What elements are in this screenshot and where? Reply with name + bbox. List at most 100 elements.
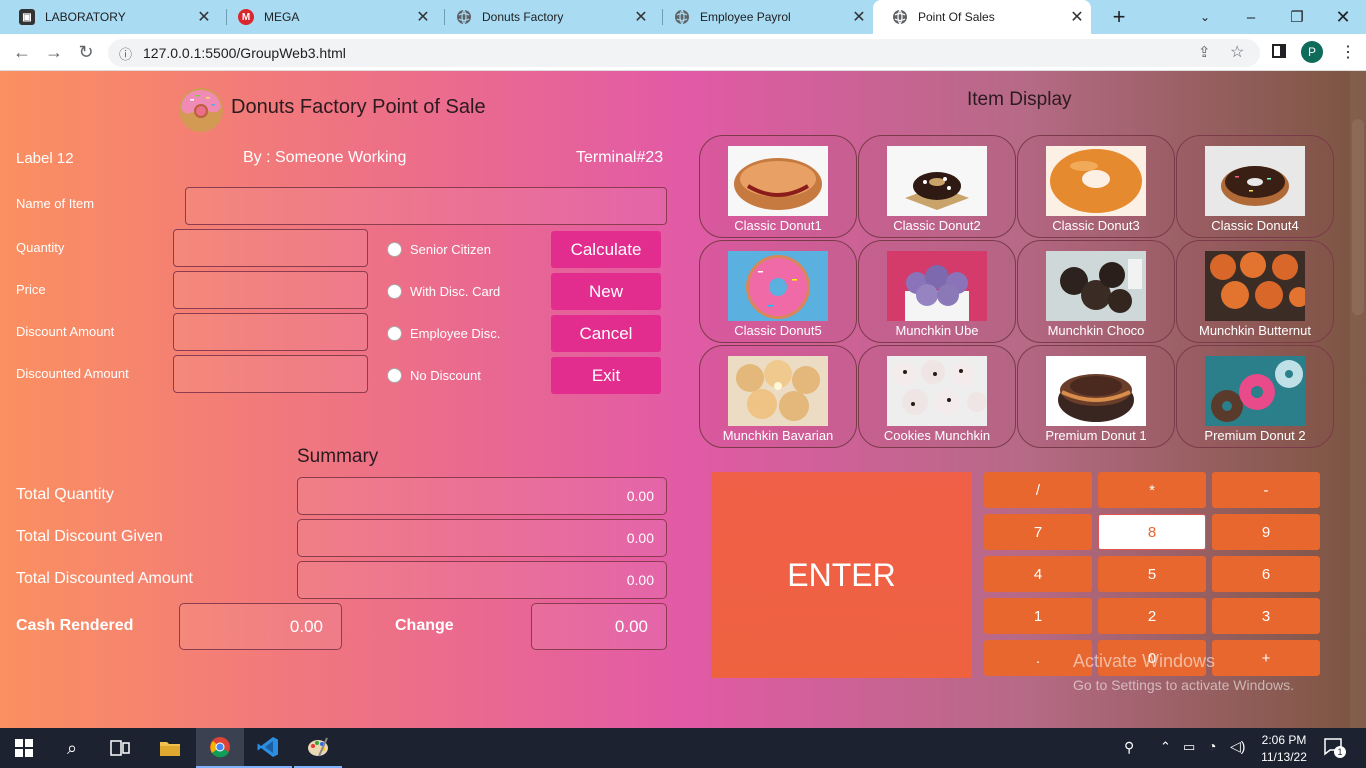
paint-icon[interactable] [294,728,342,768]
senior-citizen-radio[interactable] [387,242,402,257]
side-panel-icon[interactable] [1272,44,1286,58]
task-view-icon[interactable] [96,728,144,768]
discount-amount-input[interactable] [173,313,368,351]
key-plus[interactable]: + [1212,640,1320,676]
cancel-button[interactable]: Cancel [551,315,661,352]
chrome-icon[interactable] [196,728,244,768]
tab-point-of-sales[interactable]: Point Of Sales ✕ [873,0,1091,34]
disc-card-radio[interactable] [387,284,402,299]
volume-icon[interactable]: ◁) [1230,738,1245,755]
no-discount-label: No Discount [410,368,481,383]
close-window-button[interactable]: ✕ [1320,0,1366,34]
change-field[interactable]: 0.00 [531,603,667,650]
total-discount-field[interactable]: 0.00 [297,519,667,557]
minimize-button[interactable]: – [1228,0,1274,34]
total-discount-label: Total Discount Given [16,528,163,545]
people-icon[interactable]: ⚲ [1124,739,1134,756]
forward-arrow-icon[interactable]: → [38,34,70,70]
item-munchkin-bavarian[interactable]: Munchkin Bavarian [699,345,857,448]
profile-avatar[interactable]: P [1301,41,1323,63]
page-scrollbar[interactable] [1350,71,1366,728]
enter-button[interactable]: ENTER [711,472,972,678]
total-quantity-field[interactable]: 0.00 [297,477,667,515]
key-divide[interactable]: / [984,472,1092,508]
key-2[interactable]: 2 [1098,598,1206,634]
close-icon[interactable]: ✕ [194,7,214,27]
name-of-item-input[interactable] [185,187,667,225]
key-6[interactable]: 6 [1212,556,1320,592]
laboratory-favicon: ▣ [19,9,35,25]
close-icon[interactable]: ✕ [1067,7,1087,27]
close-icon[interactable]: ✕ [413,7,433,27]
tab-title: Employee Payrol [700,10,791,24]
key-5[interactable]: 5 [1098,556,1206,592]
share-icon[interactable]: ⇪ [1198,43,1211,61]
cash-rendered-input[interactable]: 0.00 [179,603,342,650]
key-8[interactable]: 8 [1098,514,1206,550]
tab-mega[interactable]: M MEGA ✕ [219,0,437,34]
key-4[interactable]: 4 [984,556,1092,592]
discounted-amount-input[interactable] [173,355,368,393]
item-munchkin-butternut[interactable]: Munchkin Butternut [1176,240,1334,343]
calculate-button[interactable]: Calculate [551,231,661,268]
total-discounted-field[interactable]: 0.00 [297,561,667,599]
classic-donut-1-image [728,146,828,216]
item-cookies-munchkin[interactable]: Cookies Munchkin [858,345,1016,448]
menu-kebab-icon[interactable]: ⋮ [1340,42,1356,62]
back-arrow-icon[interactable]: ← [6,34,38,70]
key-7[interactable]: 7 [984,514,1092,550]
wifi-icon[interactable]: ◔ [1208,738,1216,754]
label-12: Label 12 [16,150,74,167]
item-munchkin-ube[interactable]: Munchkin Ube [858,240,1016,343]
tab-search-icon[interactable]: ⌄ [1182,0,1228,34]
tab-laboratory[interactable]: ▣ LABORATORY ✕ [0,0,218,34]
scrollbar-thumb[interactable] [1352,119,1364,315]
premium-donut-1-image [1046,356,1146,426]
vscode-icon[interactable] [244,728,292,768]
clock-time[interactable]: 2:06 PM [1258,733,1310,747]
key-minus[interactable]: - [1212,472,1320,508]
item-premium-donut-2[interactable]: Premium Donut 2 [1176,345,1334,448]
address-bar[interactable]: ⓘ 127.0.0.1:5500/GroupWeb3.html ⇪ ☆ [108,39,1260,67]
item-premium-donut-1[interactable]: Premium Donut 1 [1017,345,1175,448]
tab-employee-payrol[interactable]: Employee Payrol ✕ [655,0,873,34]
key-3[interactable]: 3 [1212,598,1320,634]
total-discounted-label: Total Discounted Amount [16,570,193,587]
price-input[interactable] [173,271,368,309]
item-classic-donut-2[interactable]: Classic Donut2 [858,135,1016,238]
notification-center-icon[interactable]: 1 [1324,738,1346,758]
item-label: Munchkin Choco [1047,323,1145,338]
key-multiply[interactable]: * [1098,472,1206,508]
windows-start-icon[interactable] [0,728,48,768]
reload-icon[interactable]: ↻ [70,34,102,70]
url-text[interactable]: 127.0.0.1:5500/GroupWeb3.html [143,45,346,61]
clock-date[interactable]: 11/13/22 [1258,750,1310,764]
employee-disc-radio[interactable] [387,326,402,341]
new-button[interactable]: New [551,273,661,310]
show-hidden-icons-chevron-icon[interactable]: ⌃ [1160,739,1171,755]
item-classic-donut-3[interactable]: Classic Donut3 [1017,135,1175,238]
close-icon[interactable]: ✕ [849,7,869,27]
battery-icon[interactable]: ▭ [1183,739,1195,755]
item-classic-donut-1[interactable]: Classic Donut1 [699,135,857,238]
keypad-grid: / * - 7 8 9 4 5 6 1 2 3 . 0 + [984,472,1324,678]
item-classic-donut-4[interactable]: Classic Donut4 [1176,135,1334,238]
info-icon[interactable]: ⓘ [119,44,132,63]
key-1[interactable]: 1 [984,598,1092,634]
search-icon[interactable]: ⌕ [48,728,96,768]
no-discount-radio[interactable] [387,368,402,383]
maximize-button[interactable]: ❐ [1274,0,1320,34]
close-icon[interactable]: ✕ [631,7,651,27]
file-explorer-icon[interactable] [146,728,194,768]
bookmark-star-icon[interactable]: ☆ [1230,42,1244,62]
exit-button[interactable]: Exit [551,357,661,394]
item-classic-donut-5[interactable]: Classic Donut5 [699,240,857,343]
tab-donuts-factory[interactable]: Donuts Factory ✕ [437,0,655,34]
classic-donut-5-image [728,251,828,321]
quantity-input[interactable] [173,229,368,267]
item-munchkin-choco[interactable]: Munchkin Choco [1017,240,1175,343]
new-tab-button[interactable]: + [1096,0,1142,34]
discounted-amount-label: Discounted Amount [16,366,129,381]
key-9[interactable]: 9 [1212,514,1320,550]
pos-page: Donuts Factory Point of Sale Item Displa… [0,71,1366,728]
